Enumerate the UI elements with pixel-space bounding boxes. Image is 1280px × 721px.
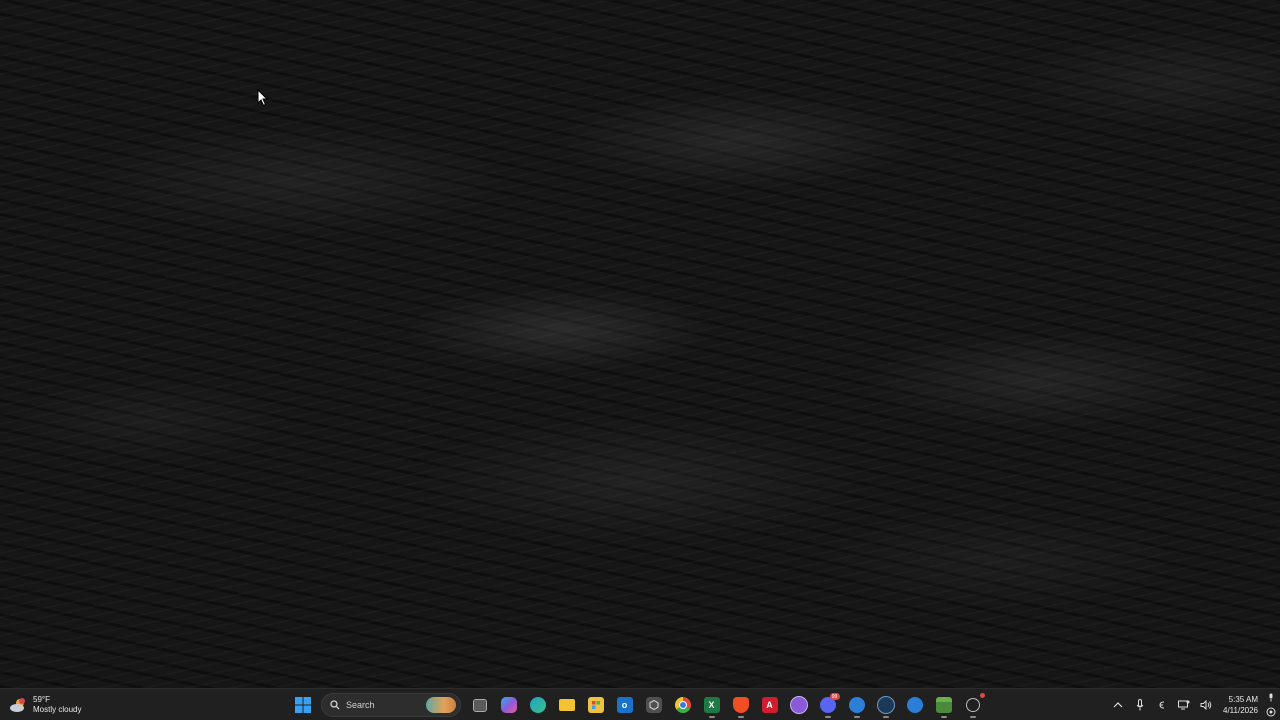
volume-button[interactable] (1195, 691, 1217, 719)
speaker-icon (1200, 700, 1212, 710)
app-button-blue[interactable] (843, 691, 871, 719)
copilot-button[interactable] (495, 691, 523, 719)
running-indicator (940, 716, 947, 718)
microphone-icon (1136, 699, 1144, 711)
notification-dot (979, 693, 985, 698)
running-indicator (969, 716, 976, 718)
cloudy-weather-icon (8, 695, 28, 715)
microphone-button[interactable] (1129, 691, 1151, 719)
system-tray: 5:35 AM 4/11/2026 (1107, 689, 1280, 721)
taskbar-center: Search o X A 99 (288, 691, 987, 719)
task-view-icon (472, 698, 487, 712)
windows-logo-icon (294, 697, 311, 713)
outlook-button[interactable]: o (611, 691, 639, 719)
network-icon (1178, 700, 1190, 710)
acrobat-button[interactable]: A (756, 691, 784, 719)
app-button-purple[interactable] (785, 691, 813, 719)
focus-icon (1266, 707, 1276, 717)
acrobat-icon: A (761, 697, 778, 713)
store-button[interactable] (582, 691, 610, 719)
running-indicator (708, 716, 715, 718)
excel-button[interactable]: X (698, 691, 726, 719)
notification-badge: 99 (829, 693, 840, 700)
brave-button[interactable] (727, 691, 755, 719)
chevron-up-icon (1113, 702, 1123, 708)
blue-app-icon (906, 697, 923, 713)
running-indicator (882, 716, 889, 718)
chrome-button[interactable] (669, 691, 697, 719)
task-view-button[interactable] (466, 691, 494, 719)
desktop-background[interactable] (0, 0, 1280, 688)
purple-app-icon (789, 696, 808, 714)
mouse-cursor-icon (257, 89, 269, 107)
clock[interactable]: 5:35 AM 4/11/2026 (1223, 694, 1258, 716)
weather-condition: Mostly cloudy (33, 705, 82, 714)
minecraft-icon (935, 697, 952, 713)
edge-icon (529, 697, 546, 713)
excel-icon: X (703, 697, 720, 713)
network-button[interactable] (1173, 691, 1195, 719)
search-highlight-image (426, 697, 456, 713)
circle-app-icon (965, 698, 980, 712)
folder-icon (558, 699, 575, 711)
start-button[interactable] (289, 691, 317, 719)
running-indicator (824, 716, 831, 718)
brave-icon (732, 697, 749, 713)
weather-temperature: 59°F (33, 695, 50, 704)
keyboard-language-icon (1159, 701, 1165, 709)
taskbar-search[interactable]: Search (321, 693, 461, 717)
discord-button[interactable]: 99 (814, 691, 842, 719)
weather-widget[interactable]: 59°F Mostly cloudy (8, 691, 118, 719)
copilot-icon (500, 697, 517, 713)
notification-center-button[interactable] (1262, 691, 1280, 719)
mic-in-use-icon (1269, 693, 1273, 702)
taskbar: 59°F Mostly cloudy Search o X A 99 5:35 … (0, 688, 1280, 720)
running-indicator (853, 716, 860, 718)
search-icon (330, 700, 340, 710)
steam-button[interactable] (872, 691, 900, 719)
steam-icon (876, 696, 895, 714)
running-indicator (737, 716, 744, 718)
hexagon-icon (645, 697, 662, 713)
app-button-circle[interactable] (959, 691, 987, 719)
store-icon (587, 697, 604, 713)
search-label: Search (346, 700, 375, 710)
clock-time: 5:35 AM (1228, 695, 1258, 704)
blue-app-icon (848, 697, 865, 713)
edge-button[interactable] (524, 691, 552, 719)
clock-date: 4/11/2026 (1223, 706, 1258, 715)
language-indicator[interactable] (1151, 691, 1173, 719)
outlook-icon: o (616, 697, 633, 713)
minecraft-button[interactable] (930, 691, 958, 719)
chrome-icon (674, 697, 691, 713)
app-button-blue-2[interactable] (901, 691, 929, 719)
show-hidden-icons-button[interactable] (1107, 691, 1129, 719)
settings-app-button[interactable] (640, 691, 668, 719)
file-explorer-button[interactable] (553, 691, 581, 719)
